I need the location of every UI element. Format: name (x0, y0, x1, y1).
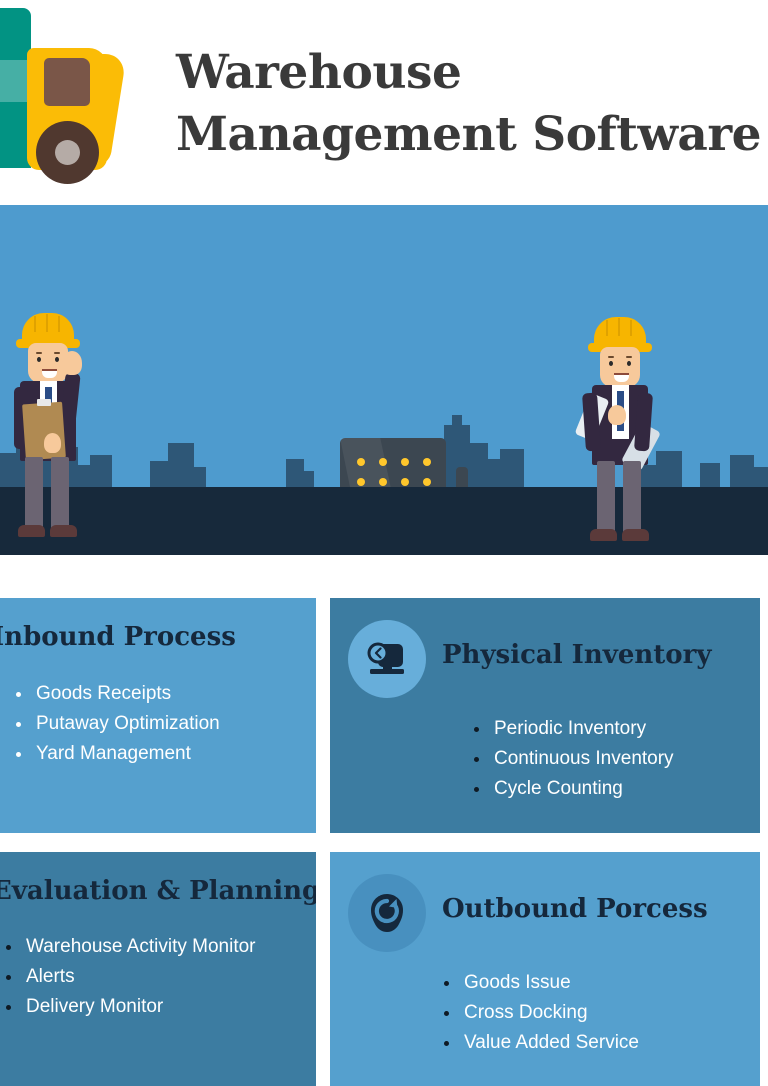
worker-holding-hand (44, 433, 61, 453)
page-header: Warehouse Management Software (0, 0, 768, 205)
truck-window (44, 58, 90, 106)
card-inbound-process-title: Inbound Process (0, 622, 236, 652)
card-outbound-porcess-list: Goods Issue Cross Docking Value Added Se… (442, 968, 760, 1058)
worker-with-blueprints (574, 317, 688, 547)
page-title: Warehouse Management Software (176, 42, 768, 166)
list-item: Goods Receipts (14, 679, 316, 709)
list-item: Goods Issue (442, 968, 760, 998)
worker-leg-right (51, 457, 69, 529)
worker-leg-left (597, 461, 615, 533)
card-outbound-porcess[interactable]: Outbound Porcess Goods Issue Cross Docki… (330, 852, 760, 1086)
card-evaluation-and-planning-title: Evaluation & Planning (0, 876, 316, 906)
feature-cards-grid: Inbound Process Goods Receipts Putaway O… (0, 598, 768, 1086)
list-item: Alerts (4, 962, 316, 992)
inventory-clock-icon (348, 620, 426, 698)
card-inbound-process-list: Goods Receipts Putaway Optimization Yard… (14, 679, 316, 769)
card-inbound-process[interactable]: Inbound Process Goods Receipts Putaway O… (0, 598, 316, 833)
list-item: Putaway Optimization (14, 709, 316, 739)
card-physical-inventory[interactable]: Physical Inventory Periodic Inventory Co… (330, 598, 760, 833)
worker-waving-hand (62, 351, 82, 375)
list-item: Yard Management (14, 739, 316, 769)
worker-leg-right (623, 461, 641, 533)
card-physical-inventory-list: Periodic Inventory Continuous Inventory … (472, 714, 760, 804)
truck-wheel-hub (55, 140, 80, 165)
card-evaluation-and-planning-header: Evaluation & Planning (0, 852, 316, 905)
list-item: Cross Docking (442, 998, 760, 1028)
list-item: Warehouse Activity Monitor (4, 932, 316, 962)
page-title-line-1: Warehouse (176, 45, 462, 100)
list-item: Periodic Inventory (472, 714, 760, 744)
refresh-cycle-icon (348, 874, 426, 952)
hero-illustration (0, 205, 768, 555)
card-outbound-porcess-header: Outbound Porcess (330, 852, 760, 952)
card-physical-inventory-header: Physical Inventory (330, 598, 760, 698)
list-item: Continuous Inventory (472, 744, 760, 774)
list-item: Cycle Counting (472, 774, 760, 804)
worker-leg-left (25, 457, 43, 529)
card-evaluation-and-planning[interactable]: Evaluation & Planning Warehouse Activity… (0, 852, 316, 1086)
list-item: Delivery Monitor (4, 992, 316, 1022)
list-item: Value Added Service (442, 1028, 760, 1058)
waving-worker-with-clipboard (6, 313, 116, 543)
card-evaluation-and-planning-list: Warehouse Activity Monitor Alerts Delive… (4, 932, 316, 1022)
delivery-truck-icon (0, 8, 135, 193)
clipboard (22, 401, 66, 461)
worker-hand (608, 405, 626, 425)
card-inbound-process-header: Inbound Process (0, 598, 316, 651)
card-outbound-porcess-title: Outbound Porcess (442, 894, 708, 924)
card-physical-inventory-title: Physical Inventory (442, 640, 712, 670)
page-title-line-2: Management Software (176, 107, 762, 162)
